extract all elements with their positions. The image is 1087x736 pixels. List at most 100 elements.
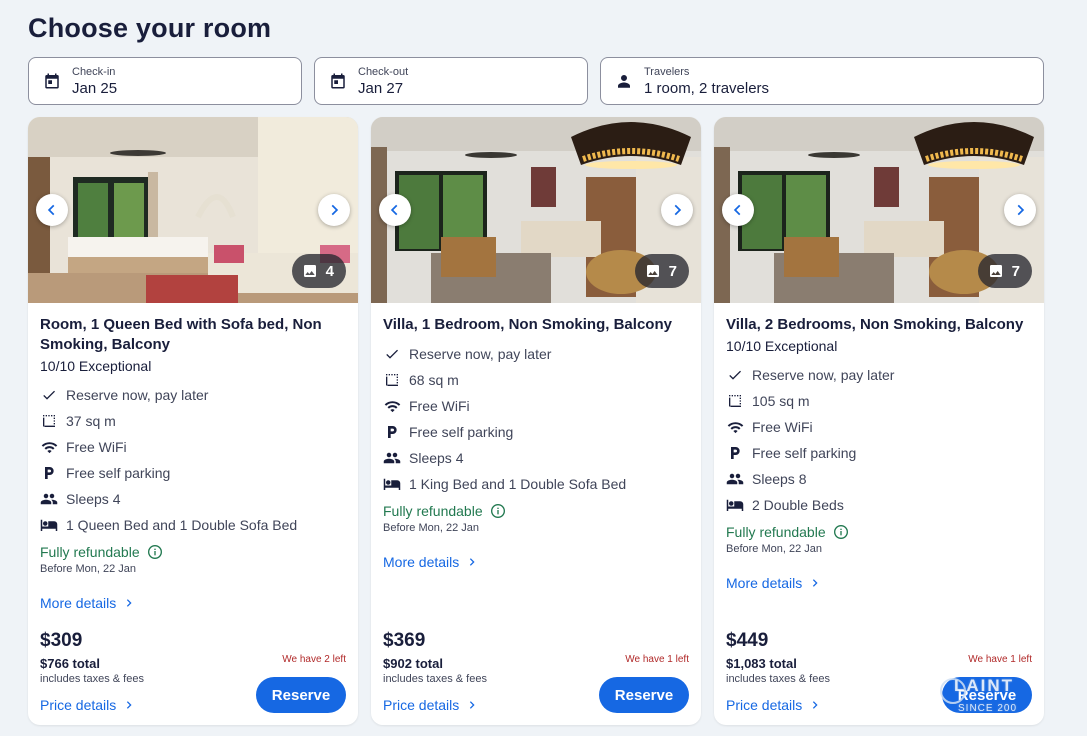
refund-status: Fully refundable: [726, 524, 1032, 540]
chevron-right-icon: [124, 700, 134, 710]
refund-label: Fully refundable: [40, 544, 140, 560]
bed-icon: [383, 475, 401, 493]
room-photo[interactable]: 4: [28, 117, 358, 303]
checkout-field[interactable]: Check-out Jan 27: [314, 57, 588, 105]
amenity-item: 37 sq m: [40, 408, 346, 434]
photo-gallery-button[interactable]: 7: [634, 254, 689, 288]
amenity-text: Sleeps 4: [409, 450, 464, 466]
amenity-text: Free WiFi: [752, 419, 813, 435]
image-icon: [646, 265, 659, 277]
checkout-label: Check-out: [358, 65, 409, 78]
nightly-price: $449: [726, 630, 769, 651]
checkin-field[interactable]: Check-in Jan 25: [28, 57, 302, 105]
chevron-right-icon: [331, 204, 339, 216]
amenity-text: Reserve now, pay later: [409, 346, 552, 362]
info-icon[interactable]: [490, 503, 506, 519]
next-photo-button[interactable]: [318, 194, 350, 226]
person-icon: [614, 71, 634, 91]
price-section: $449 $1,083 total includes taxes & fees …: [726, 630, 1032, 713]
amenity-text: Sleeps 8: [752, 471, 807, 487]
wifi-icon: [383, 397, 401, 415]
photo-gallery-button[interactable]: 4: [291, 254, 346, 288]
next-photo-button[interactable]: [661, 194, 693, 226]
reserve-button[interactable]: Reserve: [599, 677, 689, 713]
photo-count: 4: [325, 262, 334, 280]
amenity-item: Free self parking: [726, 440, 1032, 466]
amenity-item: Reserve now, pay later: [40, 382, 346, 408]
checkin-value: Jan 25: [72, 79, 118, 97]
people-icon: [383, 449, 401, 467]
previous-photo-button[interactable]: [722, 194, 754, 226]
previous-photo-button[interactable]: [36, 194, 68, 226]
amenity-text: Free self parking: [66, 465, 171, 481]
amenity-item: Free self parking: [383, 419, 689, 445]
amenity-text: Reserve now, pay later: [66, 387, 209, 403]
checkin-label: Check-in: [72, 65, 116, 78]
room-photo[interactable]: 7: [371, 117, 701, 303]
chevron-left-icon: [47, 204, 55, 216]
amenity-item: 2 Double Beds: [726, 492, 1032, 518]
info-icon[interactable]: [147, 544, 163, 560]
more-details-label: More details: [40, 595, 117, 611]
next-photo-button[interactable]: [1004, 194, 1036, 226]
amenity-item: Sleeps 4: [40, 486, 346, 512]
image-icon: [989, 265, 1002, 277]
calendar-icon: [328, 71, 348, 91]
reserve-button[interactable]: Reserve: [942, 677, 1032, 713]
previous-photo-button[interactable]: [379, 194, 411, 226]
photo-gallery-button[interactable]: 7: [977, 254, 1032, 288]
refund-status: Fully refundable: [40, 544, 346, 560]
refund-status: Fully refundable: [383, 503, 689, 519]
chevron-right-icon: [124, 598, 134, 608]
amenity-item: Sleeps 8: [726, 466, 1032, 492]
price-section: $369 $902 total includes taxes & fees Pr…: [383, 630, 689, 713]
people-icon: [40, 490, 58, 508]
check-icon: [383, 345, 401, 363]
room-name: Villa, 1 Bedroom, Non Smoking, Balcony: [383, 316, 672, 333]
area-icon: [726, 392, 744, 410]
amenity-list: Reserve now, pay later 68 sq m Free WiFi…: [383, 341, 689, 497]
more-details-link[interactable]: More details: [726, 575, 1032, 591]
photo-count: 7: [668, 262, 677, 280]
chevron-right-icon: [1017, 204, 1025, 216]
amenity-item: 105 sq m: [726, 388, 1032, 414]
parking-icon: [40, 464, 58, 482]
parking-icon: [726, 444, 744, 462]
amenity-text: 37 sq m: [66, 413, 116, 429]
amenity-text: Sleeps 4: [66, 491, 121, 507]
info-icon[interactable]: [833, 524, 849, 540]
photo-count: 7: [1011, 262, 1020, 280]
amenity-item: Free WiFi: [40, 434, 346, 460]
refund-deadline: Before Mon, 22 Jan: [40, 563, 137, 575]
room-photo[interactable]: 7: [714, 117, 1044, 303]
more-details-label: More details: [726, 575, 803, 591]
amenity-text: 1 King Bed and 1 Double Sofa Bed: [409, 476, 627, 492]
room-name: Room, 1 Queen Bed with Sofa bed, Non Smo…: [40, 316, 322, 353]
travelers-field[interactable]: Travelers 1 room, 2 travelers: [600, 57, 1044, 105]
amenity-item: Free self parking: [40, 460, 346, 486]
checkout-value: Jan 27: [358, 79, 404, 97]
amenity-list: Reserve now, pay later 37 sq m Free WiFi…: [40, 382, 346, 538]
refund-label: Fully refundable: [726, 524, 826, 540]
search-bar: Check-in Jan 25 Check-out Jan 27 Travele…: [28, 57, 1044, 105]
amenity-text: 105 sq m: [752, 393, 810, 409]
room-card: 7 Villa, 2 Bedrooms, Non Smoking, Balcon…: [714, 117, 1044, 725]
more-details-link[interactable]: More details: [40, 595, 346, 611]
chevron-right-icon: [467, 700, 477, 710]
amenity-item: 1 King Bed and 1 Double Sofa Bed: [383, 471, 689, 497]
room-cards: 4 Room, 1 Queen Bed with Sofa bed, Non S…: [28, 117, 1044, 725]
area-icon: [383, 371, 401, 389]
room-rating: 10/10 Exceptional: [726, 338, 838, 354]
check-icon: [40, 386, 58, 404]
reserve-button[interactable]: Reserve: [256, 677, 346, 713]
image-icon: [303, 265, 316, 277]
room-card: 7 Villa, 1 Bedroom, Non Smoking, Balcony…: [371, 117, 701, 725]
amenity-item: Free WiFi: [726, 414, 1032, 440]
refund-deadline: Before Mon, 22 Jan: [726, 543, 823, 555]
amenity-item: Sleeps 4: [383, 445, 689, 471]
more-details-link[interactable]: More details: [383, 554, 689, 570]
wifi-icon: [40, 438, 58, 456]
availability-note: We have 2 left: [282, 654, 346, 665]
chevron-right-icon: [674, 204, 682, 216]
chevron-right-icon: [467, 557, 477, 567]
